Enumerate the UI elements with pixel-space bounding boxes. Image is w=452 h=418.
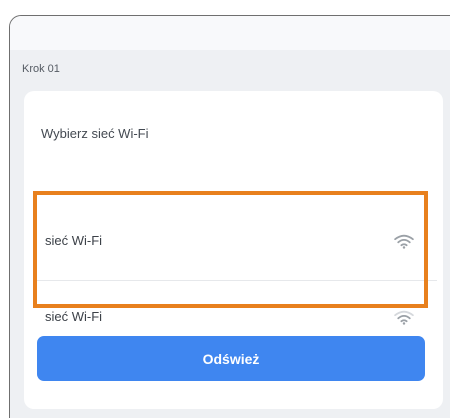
network-name: sieć Wi-Fi	[45, 233, 103, 248]
card-title: Wybierz sieć Wi-Fi	[41, 126, 149, 141]
wifi-icon	[394, 234, 414, 249]
wifi-icon	[394, 310, 414, 325]
refresh-button[interactable]: Odśwież	[37, 336, 425, 381]
network-name: sieć Wi-Fi	[45, 309, 103, 324]
top-bar	[10, 16, 450, 50]
network-item[interactable]: sieć Wi-Fi	[33, 205, 437, 281]
step-label: Krok 01	[22, 63, 60, 75]
